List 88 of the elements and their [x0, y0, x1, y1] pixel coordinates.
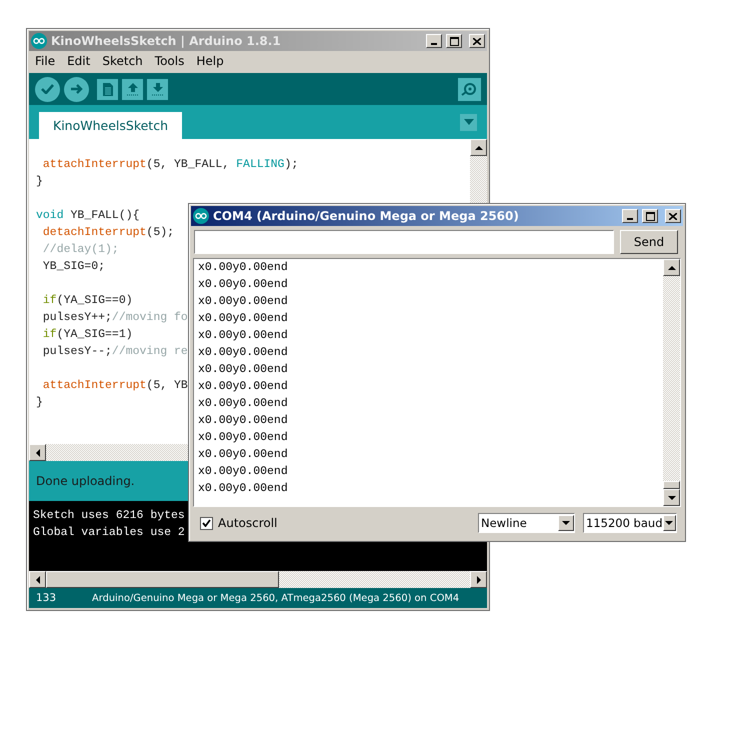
- output-line: x0.00y0.00end: [198, 362, 288, 378]
- code-line: void YB_FALL(){: [36, 208, 140, 224]
- triangle-down-icon: [665, 520, 674, 526]
- scroll-thumb[interactable]: [46, 571, 279, 588]
- triangle-up-icon: [474, 144, 482, 150]
- output-line: x0.00y0.00end: [198, 447, 288, 463]
- console-line: Global variables use 2: [33, 525, 185, 541]
- scroll-down-button[interactable]: [663, 489, 680, 506]
- scrollbar[interactable]: [663, 259, 680, 506]
- code-line: pulsesY++;//moving fo: [42, 310, 188, 326]
- close-button[interactable]: [665, 209, 681, 223]
- code-line: if(YA_SIG==1): [42, 327, 133, 343]
- minimize-button[interactable]: [622, 209, 638, 223]
- scroll-up-button[interactable]: [663, 259, 680, 276]
- infinity-logo-icon: [193, 208, 209, 224]
- infinity-logo-icon: [31, 33, 47, 49]
- maximize-button[interactable]: [642, 209, 658, 223]
- code-line: }: [36, 174, 43, 190]
- console-line: Sketch uses 6216 bytes: [33, 508, 185, 524]
- output-line: x0.00y0.00end: [198, 260, 288, 276]
- document-icon: [102, 82, 112, 96]
- close-button[interactable]: [469, 34, 485, 48]
- code-line: pulsesY--;//moving re: [42, 344, 188, 360]
- output-line: x0.00y0.00end: [198, 345, 288, 361]
- upload-button[interactable]: [64, 76, 89, 102]
- sketch-tab[interactable]: KinoWheelsSketch: [39, 112, 182, 139]
- maximize-button[interactable]: [446, 34, 462, 48]
- save-button[interactable]: [147, 78, 168, 100]
- code-line: attachInterrupt(5, YB_FALL, FALLING);: [42, 157, 298, 173]
- scroll-left-button[interactable]: [29, 444, 46, 461]
- checkmark-icon: [202, 519, 211, 527]
- board-info: Arduino/Genuino Mega or Mega 2560, ATmega2560 (Mega 2560) on COM4: [92, 592, 460, 604]
- checkbox-label: Autoscroll: [218, 516, 278, 530]
- output-line: x0.00y0.00end: [198, 294, 288, 310]
- menu-item[interactable]: Tools: [150, 54, 188, 68]
- output-line: x0.00y0.00end: [198, 396, 288, 412]
- autoscroll-checkbox[interactable]: [200, 516, 213, 530]
- close-icon: [473, 38, 481, 44]
- checkmark-icon: [41, 84, 54, 94]
- menu-item[interactable]: Sketch: [98, 54, 147, 68]
- code-line: attachInterrupt(5, YB: [42, 378, 188, 394]
- maximize-icon: [646, 212, 654, 220]
- baud-rate-dropdown[interactable]: 115200 baud: [583, 513, 677, 533]
- line-number: 133: [36, 592, 56, 604]
- code-line: //delay(1);: [42, 242, 119, 258]
- triangle-left-icon: [34, 448, 40, 456]
- tab-menu-button[interactable]: [460, 114, 477, 130]
- send-button[interactable]: Send: [620, 230, 678, 254]
- close-icon: [669, 212, 677, 220]
- menu-item[interactable]: Edit: [63, 54, 94, 68]
- scroll-right-button[interactable]: [470, 571, 487, 588]
- output-line: x0.00y0.00end: [198, 379, 288, 395]
- output-line: x0.00y0.00end: [198, 430, 288, 446]
- output-line: x0.00y0.00end: [198, 413, 288, 429]
- minimize-button[interactable]: [426, 34, 442, 48]
- message-input-field[interactable]: [194, 230, 614, 254]
- code-line: }: [36, 395, 43, 411]
- output-line: x0.00y0.00end: [198, 311, 288, 327]
- new-button[interactable]: [97, 78, 118, 100]
- menu-item[interactable]: Help: [192, 54, 228, 68]
- scroll-left-button[interactable]: [29, 571, 46, 588]
- triangle-left-icon: [34, 576, 40, 584]
- arrow-right-icon: [70, 84, 82, 94]
- code-line: detachInterrupt(5);: [42, 225, 174, 241]
- line-ending-dropdown[interactable]: Newline: [478, 513, 575, 533]
- upload-arrow-icon: [126, 82, 138, 96]
- triangle-right-icon: [476, 576, 482, 584]
- serial-monitor-button[interactable]: [458, 78, 481, 100]
- output-line: x0.00y0.00end: [198, 328, 288, 344]
- download-arrow-icon: [152, 82, 164, 96]
- menu-item[interactable]: File: [31, 54, 60, 68]
- scrollbar[interactable]: [29, 571, 487, 588]
- output-line: x0.00y0.00end: [198, 464, 288, 480]
- triangle-down-icon: [562, 520, 570, 526]
- scroll-up-button[interactable]: [470, 139, 487, 156]
- maximize-icon: [450, 36, 458, 46]
- verify-button[interactable]: [35, 76, 60, 102]
- triangle-down-icon: [668, 494, 676, 500]
- code-line: YB_SIG=0;: [42, 259, 106, 275]
- output-line: x0.00y0.00end: [198, 277, 288, 293]
- open-button[interactable]: [122, 78, 143, 100]
- caret-icon: [464, 119, 474, 125]
- scroll-thumb[interactable]: [663, 481, 680, 489]
- magnifier-icon: [461, 82, 478, 96]
- triangle-up-icon: [668, 264, 676, 270]
- output-line: x0.00y0.00end: [198, 481, 288, 497]
- window-title: KinoWheelsSketch | Arduino 1.8.1: [51, 34, 282, 48]
- code-line: if(YA_SIG==0): [42, 293, 133, 309]
